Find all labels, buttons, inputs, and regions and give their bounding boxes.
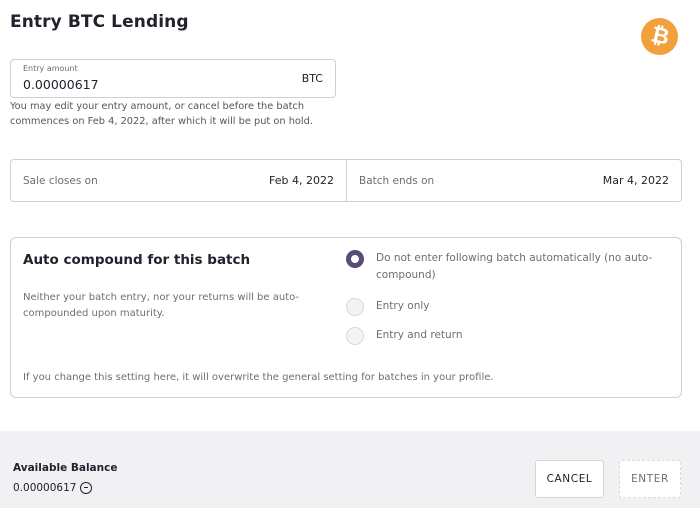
sale-closes-label: Sale closes on xyxy=(23,174,98,187)
auto-compound-description: Neither your batch entry, nor your retur… xyxy=(23,292,300,319)
footer-bar: Available Balance 0.00000617 CANCEL ENTE… xyxy=(0,431,700,508)
sale-closes-cell: Sale closes on Feb 4, 2022 xyxy=(11,160,347,201)
available-balance-value: 0.00000617 xyxy=(13,482,93,494)
batch-ends-cell: Batch ends on Mar 4, 2022 xyxy=(347,160,681,201)
auto-compound-note: If you change this setting here, it will… xyxy=(23,372,494,383)
cancel-button[interactable]: CANCEL xyxy=(535,460,604,498)
auto-compound-title: Auto compound for this batch xyxy=(23,252,251,268)
radio-button-checked[interactable] xyxy=(346,250,364,268)
page-title: Entry BTC Lending xyxy=(10,12,189,32)
currency-icon xyxy=(80,482,93,494)
entry-help-text: You may edit your entry amount, or cance… xyxy=(10,101,313,127)
entry-amount-unit: BTC xyxy=(301,72,323,85)
radio-option-entry-only[interactable]: Entry only xyxy=(346,298,666,316)
available-balance-amount: 0.00000617 xyxy=(13,482,77,494)
enter-button[interactable]: ENTER xyxy=(619,460,681,498)
sale-closes-value: Feb 4, 2022 xyxy=(269,174,334,187)
entry-amount-field[interactable]: Entry amount 0.00000617 BTC xyxy=(10,59,336,98)
radio-option-entry-and-return[interactable]: Entry and return xyxy=(346,327,666,345)
entry-amount-value[interactable]: 0.00000617 xyxy=(23,77,99,92)
batch-ends-label: Batch ends on xyxy=(359,174,435,187)
radio-option-label: Entry only xyxy=(376,300,430,312)
batch-ends-value: Mar 4, 2022 xyxy=(602,174,669,187)
available-balance-label: Available Balance xyxy=(13,462,118,474)
dates-panel: Sale closes on Feb 4, 2022 Batch ends on… xyxy=(10,159,682,202)
radio-option-label: Entry and return xyxy=(376,329,463,341)
bitcoin-symbol: ₿ xyxy=(648,21,671,51)
radio-button[interactable] xyxy=(346,327,364,345)
bitcoin-icon: ₿ xyxy=(641,18,678,55)
radio-button[interactable] xyxy=(346,298,364,316)
entry-amount-label: Entry amount xyxy=(23,64,78,73)
radio-option-label: Do not enter following batch automatical… xyxy=(376,252,653,281)
radio-option-no-auto-compound[interactable]: Do not enter following batch automatical… xyxy=(346,250,666,284)
